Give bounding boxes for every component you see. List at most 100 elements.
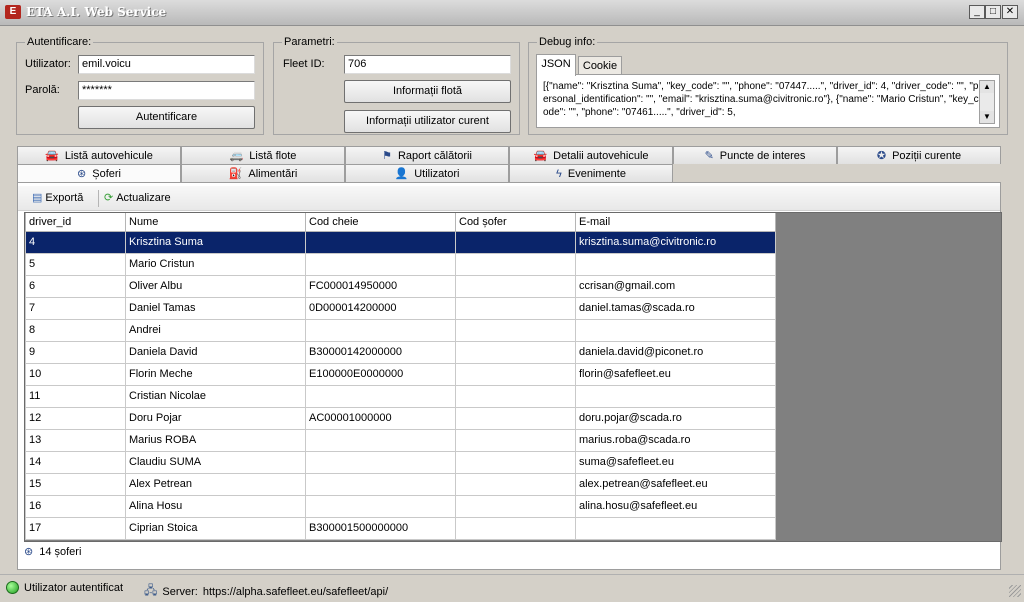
table-cell — [305, 428, 456, 452]
table-cell: E100000E0000000 — [305, 362, 456, 386]
table-row[interactable]: 16 Alina Hosu alina.hosu@safefleet.eu — [25, 494, 776, 518]
table-row[interactable]: 7 Daniel Tamas 0D000014200000 daniel.tamas@… — [25, 296, 776, 320]
username-input[interactable]: emil.voicu — [78, 55, 255, 74]
table-cell: Marius ROBA — [125, 428, 306, 452]
tab-label: Utilizatori — [414, 167, 460, 180]
refresh-icon: ⟳ — [104, 192, 114, 204]
debug-scrollbar[interactable]: ▲ ▼ — [979, 80, 995, 124]
tab-label: Raport călătorii — [397, 149, 472, 162]
table-row[interactable]: 13 Marius ROBA marius.roba@scada.ro — [25, 428, 776, 452]
poi-icon: ✎ — [704, 149, 714, 162]
fleet-id-input[interactable]: 706 — [344, 55, 511, 74]
table-cell: 11 — [25, 384, 126, 408]
drivers-count-label: 14 șoferi — [39, 545, 82, 558]
export-icon: ▤ — [32, 192, 43, 204]
login-button[interactable]: Autentificare — [78, 106, 255, 129]
table-cell — [455, 318, 576, 342]
table-cell — [455, 406, 576, 430]
table-cell: Claudiu SUMA — [125, 450, 306, 474]
table-cell — [305, 230, 456, 254]
tab-vehicle-list[interactable]: 🚘 Listă autovehicule — [17, 146, 181, 164]
username-label: Utilizator: — [25, 58, 71, 70]
table-cell: 4 — [25, 230, 126, 254]
column-header[interactable]: E-mail — [575, 213, 776, 232]
tab-label: Alimentări — [248, 167, 298, 180]
table-cell — [455, 274, 576, 298]
refresh-button[interactable]: ⟳ Actualizare — [104, 191, 171, 205]
close-button[interactable]: ✕ — [1002, 5, 1018, 19]
table-row[interactable]: 9 Daniela David B30000142000000 daniela.dav… — [25, 340, 776, 364]
tab-drivers[interactable]: ⊛ Șoferi — [17, 164, 181, 182]
maximize-button[interactable]: □ — [985, 5, 1001, 19]
table-cell: Mario Cristun — [125, 252, 306, 276]
status-bar: Utilizator autentificat 🖧 Server: https:… — [0, 574, 1024, 600]
auth-status: Utilizator autentificat — [6, 581, 123, 594]
tab-points-of-interest[interactable]: ✎ Puncte de interes — [673, 146, 837, 164]
debug-json-text[interactable]: [{"name": "Krisztina Suma", "key_code": … — [543, 80, 979, 120]
table-cell: Doru Pojar — [125, 406, 306, 430]
table-cell: Oliver Albu — [125, 274, 306, 298]
scroll-up-icon[interactable]: ▲ — [980, 81, 994, 93]
minimize-button[interactable]: _ — [969, 5, 985, 19]
tab-fleet-list[interactable]: 🚐 Listă flote — [181, 146, 345, 164]
table-row[interactable]: 8 Andrei — [25, 318, 776, 342]
scroll-down-icon[interactable]: ▼ — [980, 111, 994, 123]
column-header[interactable]: Nume — [125, 213, 306, 232]
table-cell — [305, 472, 456, 496]
title-bar[interactable]: E ETA A.I. Web Service _ □ ✕ — [0, 0, 1024, 26]
drivers-grid[interactable]: driver_id Nume Cod cheie Cod șofer E-mail 4K… — [24, 212, 1002, 542]
table-cell: Florin Meche — [125, 362, 306, 386]
steering-wheel-icon: ⊛ — [77, 167, 87, 180]
table-cell: daniel.tamas@scada.ro — [575, 296, 776, 320]
tab-cookie[interactable]: Cookie — [578, 56, 622, 76]
resize-grip-icon[interactable] — [1009, 585, 1021, 597]
tab-fueling[interactable]: ⛽ Alimentări — [181, 164, 345, 182]
fuel-icon: ⛽ — [228, 167, 243, 180]
password-input[interactable]: ******* — [78, 81, 255, 100]
status-ok-icon — [6, 581, 19, 594]
table-cell — [305, 384, 456, 408]
current-user-info-button[interactable]: Informații utilizator curent — [344, 110, 511, 133]
table-cell: AC00001000000 — [305, 406, 456, 430]
table-cell: FC000014950000 — [305, 274, 456, 298]
fleet-info-button[interactable]: Informații flotă — [344, 80, 511, 103]
table-cell — [455, 384, 576, 408]
table-cell — [575, 384, 776, 408]
table-cell: 12 — [25, 406, 126, 430]
table-cell — [305, 494, 456, 518]
table-cell: Krisztina Suma — [125, 230, 306, 254]
refresh-label: Actualizare — [116, 191, 171, 204]
tab-users[interactable]: 👤 Utilizatori — [345, 164, 509, 182]
table-row[interactable]: 5 Mario Cristun — [25, 252, 776, 276]
tab-json[interactable]: JSON — [536, 54, 576, 76]
table-row[interactable]: 17 Ciprian Stoica B300001500000000 — [25, 516, 776, 540]
table-cell: ccrisan@gmail.com — [575, 274, 776, 298]
column-header[interactable]: Cod cheie — [305, 213, 456, 232]
user-icon: 👤 — [394, 167, 409, 180]
table-row[interactable]: 15 Alex Petrean alex.petrean@safefleet.eu — [25, 472, 776, 496]
grid-header-row: driver_id Nume Cod cheie Cod șofer E-mail — [25, 213, 776, 232]
table-row[interactable]: 6 Oliver Albu FC000014950000 ccrisan@gmail.… — [25, 274, 776, 298]
table-cell: 6 — [25, 274, 126, 298]
tab-label: Detalii autovehicule — [553, 149, 649, 162]
table-cell: B300001500000000 — [305, 516, 456, 540]
window-title: ETA A.I. Web Service — [26, 5, 167, 19]
export-button[interactable]: ▤ Exportă — [32, 191, 83, 205]
table-cell — [305, 318, 456, 342]
toolbar-separator — [98, 190, 99, 207]
tab-vehicle-details[interactable]: 🚘 Detalii autovehicule — [509, 146, 673, 164]
table-cell — [575, 516, 776, 540]
tab-events[interactable]: ϟ Evenimente — [509, 164, 673, 182]
table-row[interactable]: 14 Claudiu SUMA suma@safefleet.eu — [25, 450, 776, 474]
column-header[interactable]: driver_id — [25, 213, 126, 232]
table-cell: 9 — [25, 340, 126, 364]
table-row[interactable]: 12 Doru Pojar AC00001000000 doru.pojar@scad… — [25, 406, 776, 430]
tab-current-positions[interactable]: ✪ Poziții curente — [837, 146, 1001, 164]
column-header[interactable]: Cod șofer — [455, 213, 576, 232]
table-cell: 15 — [25, 472, 126, 496]
table-cell: alina.hosu@safefleet.eu — [575, 494, 776, 518]
table-row[interactable]: 4 Krisztina Suma krisztina.suma@civitronic… — [25, 230, 776, 254]
table-row[interactable]: 10 Florin Meche E100000E0000000 florin@safe… — [25, 362, 776, 386]
table-row[interactable]: 11 Cristian Nicolae — [25, 384, 776, 408]
tab-trip-report[interactable]: ⚑ Raport călătorii — [345, 146, 509, 164]
